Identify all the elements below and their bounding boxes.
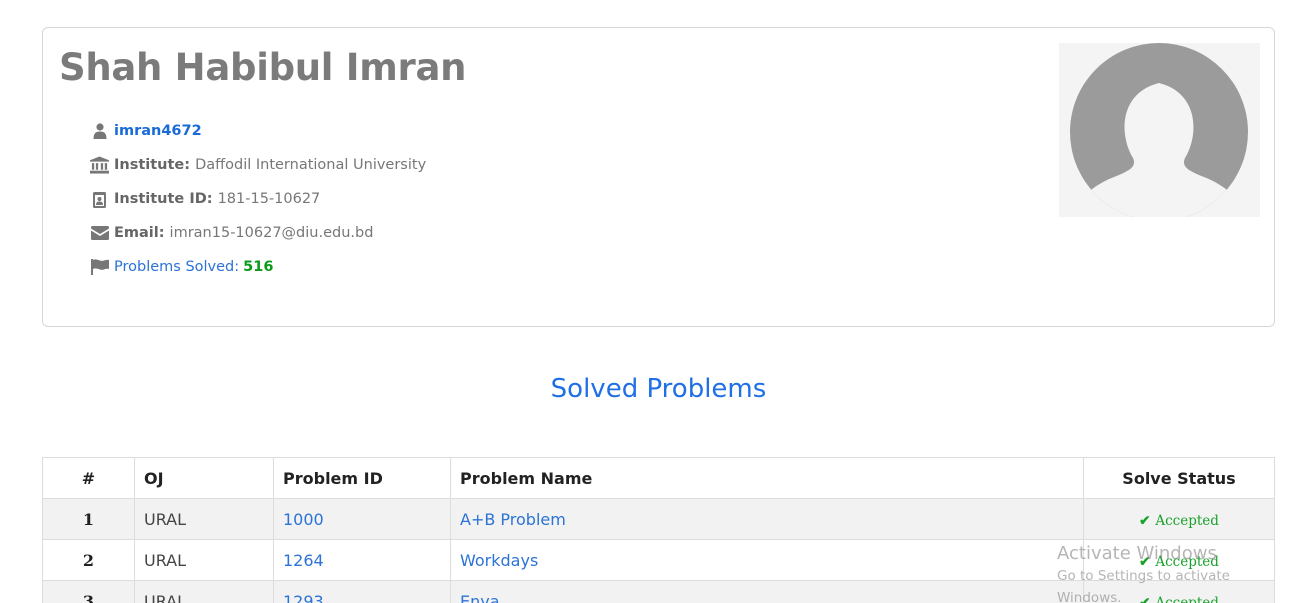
institute-id-row: Institute ID: 181-15-10627 (90, 182, 426, 216)
problem-id-link[interactable]: 1264 (283, 551, 324, 570)
problems-solved-count: 516 (243, 259, 274, 275)
avatar-placeholder-icon (1070, 43, 1248, 221)
problems-solved-link[interactable]: Problems Solved: (114, 259, 239, 275)
table-row: 1 URAL 1000 A+B Problem ✔ Accepted (42, 498, 1275, 540)
table-row: 3 URAL 1293 Enya ✔ Accepted (42, 580, 1275, 603)
col-header-solve-status[interactable]: Solve Status (1083, 457, 1275, 499)
row-number: 2 (42, 539, 135, 581)
check-icon: ✔ (1139, 512, 1151, 529)
bank-icon (90, 156, 109, 174)
status-text: Accepted (1155, 553, 1219, 570)
problem-name-link[interactable]: Enya (460, 592, 500, 603)
email-value: imran15-10627@diu.edu.bd (169, 225, 374, 241)
id-badge-icon (90, 190, 109, 208)
col-header-number[interactable]: # (42, 457, 135, 499)
institute-value: Daffodil International University (195, 157, 427, 173)
profile-info-list: imran4672 Institute: Daffodil Internatio… (90, 114, 426, 284)
avatar (1059, 43, 1260, 221)
email-row: Email: imran15-10627@diu.edu.bd (90, 216, 426, 250)
email-label: Email: (114, 225, 165, 241)
problem-id-link[interactable]: 1000 (283, 510, 324, 529)
status-text: Accepted (1155, 512, 1219, 529)
row-oj: URAL (134, 498, 274, 540)
check-icon: ✔ (1139, 553, 1151, 570)
table-row: 2 URAL 1264 Workdays ✔ Accepted (42, 539, 1275, 581)
problem-id-link[interactable]: 1293 (283, 592, 324, 603)
flag-icon (90, 258, 109, 276)
status-badge: ✔ Accepted (1139, 554, 1219, 570)
solved-problems-title: Solved Problems (550, 374, 767, 404)
row-number: 3 (42, 580, 135, 603)
status-badge: ✔ Accepted (1139, 513, 1219, 529)
user-icon (90, 122, 109, 140)
institute-row: Institute: Daffodil International Univer… (90, 148, 426, 182)
problem-name-link[interactable]: A+B Problem (460, 510, 566, 529)
status-badge: ✔ Accepted (1139, 595, 1219, 603)
check-icon: ✔ (1139, 594, 1151, 603)
solved-problems-table: # OJ Problem ID Problem Name Solve Statu… (42, 457, 1275, 603)
institute-id-value: 181-15-10627 (217, 191, 321, 207)
profile-card: Shah Habibul Imran imran4672 Institute: … (42, 27, 1275, 327)
username-link[interactable]: imran4672 (114, 123, 202, 139)
problem-name-link[interactable]: Workdays (460, 551, 538, 570)
row-oj: URAL (134, 539, 274, 581)
row-number: 1 (42, 498, 135, 540)
col-header-problem-id[interactable]: Problem ID (273, 457, 451, 499)
table-header-row: # OJ Problem ID Problem Name Solve Statu… (42, 457, 1275, 499)
problems-solved-row: Problems Solved: 516 (90, 250, 426, 284)
col-header-oj[interactable]: OJ (134, 457, 274, 499)
col-header-problem-name[interactable]: Problem Name (450, 457, 1084, 499)
envelope-icon (90, 224, 109, 242)
profile-name: Shah Habibul Imran (59, 46, 467, 89)
status-text: Accepted (1155, 594, 1219, 603)
username-row: imran4672 (90, 114, 426, 148)
institute-label: Institute: (114, 157, 191, 173)
row-oj: URAL (134, 580, 274, 603)
institute-id-label: Institute ID: (114, 191, 213, 207)
